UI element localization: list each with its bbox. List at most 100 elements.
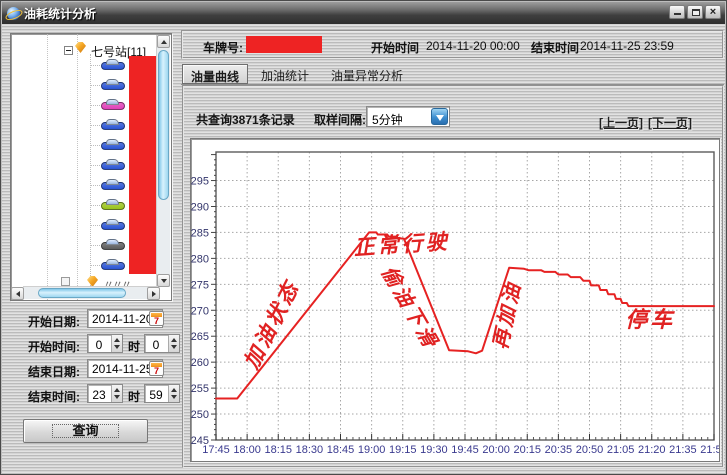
tree-connector-stub [90, 205, 100, 206]
tree-connector-stub [90, 165, 100, 166]
tree-node-station[interactable]: 七号站[11] [11, 38, 171, 56]
y-axis-tick-label: 280 [191, 253, 209, 265]
sampling-interval-select[interactable]: 5分钟 [366, 106, 450, 127]
x-axis-tick-label: 19:30 [420, 444, 448, 456]
query-summary-bar: 车牌号: 开始时间 2014-11-20 00:00 结束时间 2014-11-… [181, 30, 724, 59]
car-icon [101, 179, 125, 192]
x-axis-tick-label: 21:20 [638, 444, 666, 456]
query-button[interactable]: 查询 [23, 419, 148, 443]
end-minute-value: 59 [145, 388, 167, 402]
left-arrow-icon [16, 291, 20, 297]
scroll-down-button[interactable] [157, 274, 170, 287]
tree-connector-stub [90, 245, 100, 246]
tab-refuel-stats[interactable]: 加油统计 [253, 64, 317, 84]
x-axis-tick-label: 21:50 [700, 444, 719, 456]
sampling-interval-label: 取样间隔: [314, 111, 366, 128]
tab-fuel-anomaly[interactable]: 油量异常分析 [323, 64, 411, 84]
x-axis-tick-label: 19:00 [358, 444, 386, 456]
tab-bar: 油量曲线 加油统计 油量异常分析 [181, 61, 724, 85]
minimize-icon [674, 13, 681, 15]
scroll-left-button[interactable] [11, 287, 24, 300]
collapse-icon[interactable] [64, 46, 73, 55]
x-axis-tick-label: 20:15 [513, 444, 541, 456]
start-hour-stepper[interactable]: 0 [87, 334, 123, 353]
fuel-level-chart: 17:4518:0018:1518:3018:4519:0019:1519:30… [191, 139, 719, 461]
y-axis-tick-label: 265 [191, 331, 209, 343]
x-axis-tick-label: 21:35 [669, 444, 697, 456]
car-icon [101, 59, 125, 72]
tree-connector-stub [90, 85, 100, 86]
restore-button[interactable] [687, 5, 703, 19]
y-axis-tick-label: 250 [191, 409, 209, 421]
car-icon [101, 219, 125, 232]
hour-suffix: 时 [128, 388, 140, 405]
tree-connector-stub [90, 225, 100, 226]
scroll-right-button[interactable] [147, 287, 160, 300]
stepper-arrows-icon[interactable] [168, 385, 179, 402]
up-arrow-icon [161, 40, 167, 44]
end-minute-stepper[interactable]: 59 [144, 384, 180, 403]
end-hour-value: 23 [88, 388, 110, 402]
x-axis-tick-label: 18:15 [264, 444, 292, 456]
window-title: 油耗统计分析 [24, 5, 96, 22]
vehicle-tree[interactable]: 七号站[11] 〃〃〃 [10, 33, 172, 301]
start-time-header-label: 开始时间 [371, 39, 419, 56]
tree-vertical-scrollbar[interactable] [156, 35, 170, 287]
vertical-scroll-thumb[interactable] [158, 50, 169, 200]
car-icon [101, 199, 125, 212]
title-bar[interactable]: 油耗统计分析 × [2, 2, 725, 24]
start-time-header-value: 2014-11-20 00:00 [426, 39, 520, 53]
x-axis-tick-label: 18:30 [296, 444, 324, 456]
car-icon [101, 239, 125, 252]
tree-connector-stub [90, 65, 100, 66]
down-arrow-icon [161, 279, 167, 283]
right-arrow-icon [152, 291, 156, 297]
next-page-link[interactable]: [下一页] [648, 114, 692, 131]
tree-connector-stub [90, 125, 100, 126]
start-minute-value: 0 [145, 338, 167, 352]
sampling-interval-value: 5分钟 [372, 111, 403, 128]
plate-label: 车牌号: [203, 39, 243, 56]
tab-fuel-curve[interactable]: 油量曲线 [182, 64, 248, 84]
hour-suffix: 时 [128, 338, 140, 355]
end-time-label: 结束时间: [28, 388, 80, 405]
station-gem-icon [75, 42, 86, 53]
redacted-plate-number [246, 36, 322, 53]
y-axis-tick-label: 285 [191, 227, 209, 239]
tree-connector-stub [90, 185, 100, 186]
stepper-arrows-icon[interactable] [168, 335, 179, 352]
expand-icon[interactable] [61, 277, 70, 286]
dropdown-arrow-icon[interactable] [431, 108, 448, 125]
tree-connector-stub [90, 145, 100, 146]
end-time-header-value: 2014-11-25 23:59 [580, 39, 674, 53]
tree-horizontal-scrollbar[interactable] [23, 286, 158, 299]
scroll-up-button[interactable] [157, 35, 170, 48]
start-date-calendar-icon[interactable] [149, 311, 164, 326]
end-hour-stepper[interactable]: 23 [87, 384, 123, 403]
end-date-calendar-icon[interactable] [149, 361, 164, 376]
app-globe-icon [7, 7, 20, 20]
end-date-label: 结束日期: [28, 363, 80, 380]
fuel-curve-panel: 共查询3871条记录 取样间隔: 5分钟 [上一页] [下一页] 17:4518… [182, 85, 724, 468]
start-minute-stepper[interactable]: 0 [144, 334, 180, 353]
x-axis-tick-label: 19:15 [389, 444, 417, 456]
car-icon [101, 119, 125, 132]
start-time-label: 开始时间: [28, 338, 80, 355]
x-axis-tick-label: 21:05 [607, 444, 635, 456]
close-button[interactable]: × [705, 5, 721, 19]
prev-page-link[interactable]: [上一页] [599, 114, 643, 131]
y-axis-tick-label: 275 [191, 279, 209, 291]
minimize-button[interactable] [669, 5, 685, 19]
end-time-header-label: 结束时间 [531, 39, 579, 56]
horizontal-scroll-thumb[interactable] [38, 288, 126, 298]
stepper-arrows-icon[interactable] [111, 385, 122, 402]
stepper-arrows-icon[interactable] [111, 335, 122, 352]
x-axis-tick-label: 18:00 [233, 444, 261, 456]
start-hour-value: 0 [88, 338, 110, 352]
car-icon [101, 79, 125, 92]
chart-annotation: 停车 [625, 307, 675, 332]
y-axis-tick-label: 255 [191, 383, 209, 395]
chart-container: 17:4518:0018:1518:3018:4519:0019:1519:30… [190, 138, 720, 462]
tree-connector-stub [90, 105, 100, 106]
y-axis-tick-label: 290 [191, 201, 209, 213]
